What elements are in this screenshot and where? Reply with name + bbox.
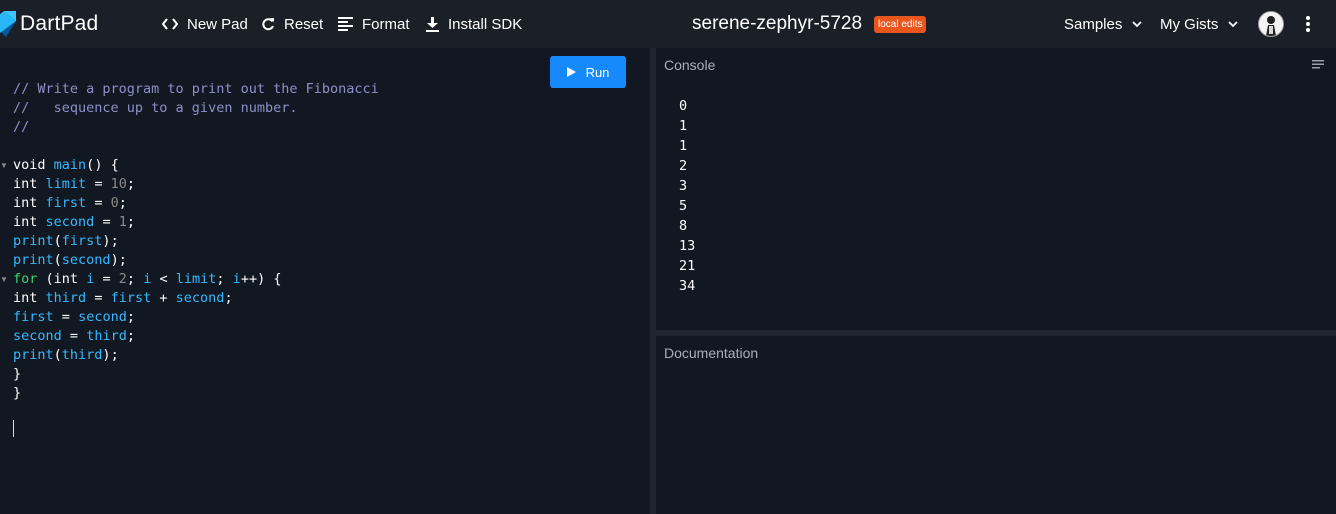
- samples-dropdown[interactable]: Samples: [1064, 0, 1151, 48]
- code-line: for (int i = 2; i < limit; i++) {: [13, 271, 282, 287]
- install-sdk-button[interactable]: Install SDK: [426, 0, 522, 48]
- console-line: 1: [679, 138, 688, 154]
- code-line: int first = 0;: [13, 195, 127, 211]
- more-menu-button[interactable]: [1306, 0, 1319, 48]
- fold-arrow-icon[interactable]: ▼: [0, 275, 8, 284]
- console-line: 1: [679, 118, 688, 134]
- app-name: DartPad: [20, 12, 99, 35]
- console-line: 3: [679, 178, 688, 194]
- code-line: print(third);: [13, 347, 119, 363]
- chevron-down-icon: [1132, 21, 1142, 27]
- code-line: //: [13, 119, 30, 135]
- console-label: Console: [664, 57, 716, 73]
- chevron-down-icon: [1228, 21, 1238, 27]
- play-icon: [566, 67, 576, 77]
- console-line: 21: [679, 258, 696, 274]
- my-gists-dropdown[interactable]: My Gists: [1160, 0, 1247, 48]
- code-line: void main() {: [13, 157, 119, 173]
- console-line: 8: [679, 218, 688, 234]
- code-line: first = second;: [13, 309, 135, 325]
- my-gists-label: My Gists: [1160, 15, 1219, 33]
- run-label: Run: [585, 64, 610, 80]
- console-line: 5: [679, 198, 688, 214]
- code-icon: [162, 18, 178, 30]
- avatar[interactable]: [1258, 11, 1284, 37]
- dartpad-logo[interactable]: DartPad: [0, 0, 98, 48]
- pad-title[interactable]: serene-zephyr-5728: [692, 0, 862, 48]
- code-line: int third = first + second;: [13, 290, 233, 306]
- reset-button[interactable]: Reset: [261, 0, 323, 48]
- code-area[interactable]: // Write a program to print out the Fibo…: [13, 80, 379, 403]
- console-line: 0: [679, 98, 688, 114]
- text-cursor: [13, 420, 14, 437]
- format-button[interactable]: Format: [338, 0, 410, 48]
- format-label: Format: [362, 15, 410, 33]
- documentation-label: Documentation: [664, 345, 759, 361]
- user-avatar-icon: [1259, 12, 1283, 36]
- documentation-panel: Documentation: [656, 336, 1336, 514]
- local-edits-badge: local edits: [874, 16, 927, 33]
- app-header: DartPad New Pad Reset Format Install SDK…: [0, 0, 1336, 48]
- clear-console-icon[interactable]: [1312, 60, 1324, 69]
- code-line: print(second);: [13, 252, 127, 268]
- console-line: 13: [679, 238, 696, 254]
- new-pad-button[interactable]: New Pad: [162, 0, 248, 48]
- download-icon: [426, 16, 439, 32]
- console-output: 0 1 1 2 3 5 8 13 21 34: [679, 96, 695, 296]
- code-line: }: [13, 366, 22, 382]
- code-line: print(first);: [13, 233, 119, 249]
- console-line: 34: [679, 278, 696, 294]
- install-sdk-label: Install SDK: [448, 15, 523, 33]
- code-line: // Write a program to print out the Fibo…: [13, 81, 379, 97]
- code-line: int limit = 10;: [13, 176, 135, 192]
- run-button[interactable]: Run: [550, 56, 626, 88]
- code-line: // sequence up to a given number.: [13, 100, 298, 116]
- console-panel: Console 0 1 1 2 3 5 8 13 21 34: [656, 48, 1336, 330]
- dart-logo-icon: [0, 11, 16, 37]
- code-line: second = third;: [13, 328, 135, 344]
- fold-arrow-icon[interactable]: ▼: [0, 161, 8, 170]
- code-editor[interactable]: Run // Write a program to print out the …: [0, 48, 650, 514]
- code-line: int second = 1;: [13, 214, 136, 230]
- reset-label: Reset: [284, 15, 324, 33]
- more-vert-icon: [1306, 16, 1310, 32]
- new-pad-label: New Pad: [187, 15, 248, 33]
- refresh-icon: [262, 18, 274, 31]
- console-line: 2: [679, 158, 688, 174]
- format-align-icon: [338, 17, 353, 31]
- samples-label: Samples: [1064, 15, 1123, 33]
- code-line: }: [13, 385, 22, 401]
